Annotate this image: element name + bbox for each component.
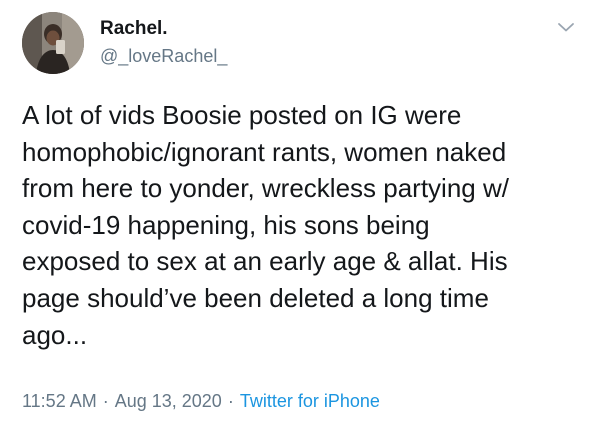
tweet-time[interactable]: 11:52 AM bbox=[22, 391, 97, 411]
tweet-metadata: 11:52 AM · Aug 13, 2020 · Twitter for iPhone bbox=[22, 390, 380, 412]
avatar[interactable] bbox=[22, 12, 84, 74]
author-display-name[interactable]: Rachel. bbox=[100, 18, 168, 40]
meta-separator: · bbox=[102, 391, 109, 411]
tweet-date[interactable]: Aug 13, 2020 bbox=[115, 391, 222, 411]
avatar-image bbox=[22, 12, 84, 74]
author-handle[interactable]: @_loveRachel_ bbox=[100, 45, 227, 67]
tweet-source-link[interactable]: Twitter for iPhone bbox=[240, 391, 380, 411]
tweet-card: Rachel. @_loveRachel_ A lot of vids Boos… bbox=[0, 0, 595, 425]
tweet-text: A lot of vids Boosie posted on IG were h… bbox=[22, 100, 509, 350]
meta-separator: · bbox=[227, 391, 234, 411]
chevron-down-icon[interactable] bbox=[556, 20, 576, 34]
